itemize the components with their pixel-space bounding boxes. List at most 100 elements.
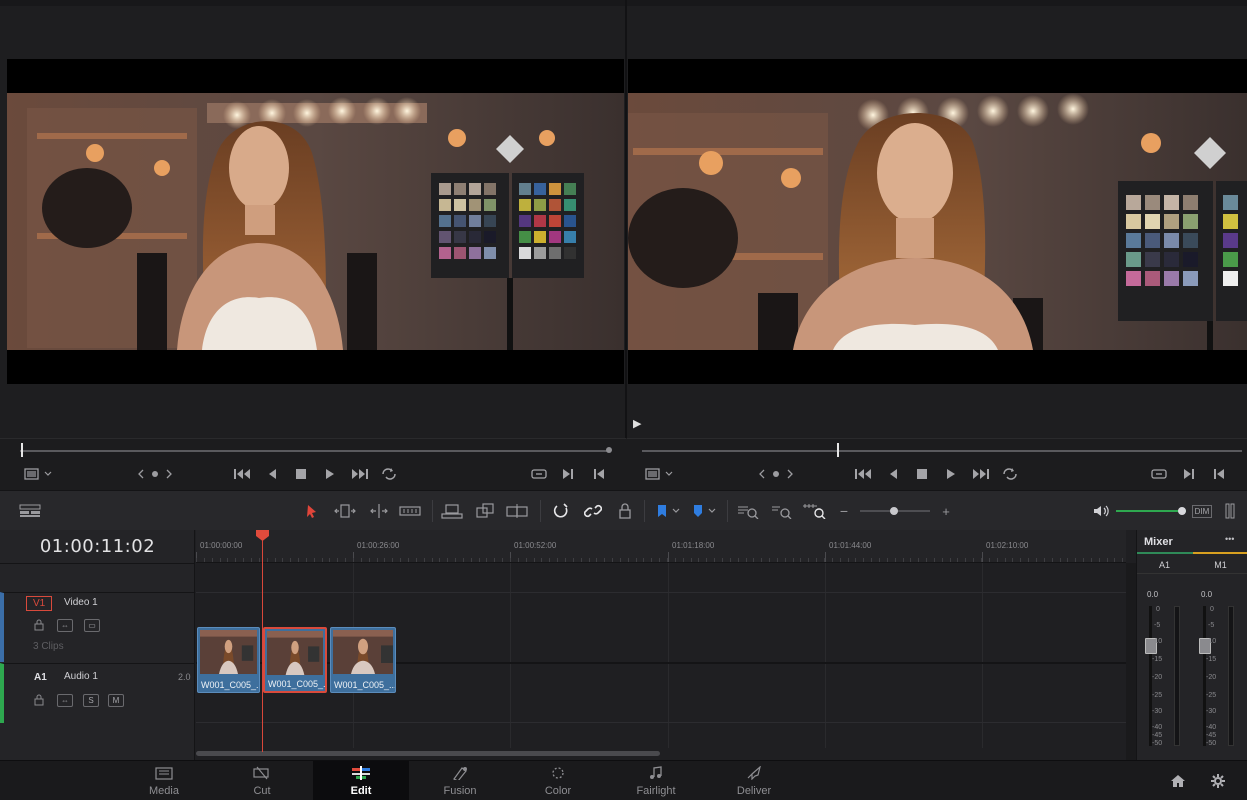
stop-icon[interactable] xyxy=(295,466,307,482)
audio-track-header[interactable]: A1 Audio 1 2.0 ⇔ S M xyxy=(0,663,195,723)
loop-icon[interactable] xyxy=(380,466,398,482)
timeline-stop-icon[interactable] xyxy=(916,466,928,482)
timeline[interactable]: 01:00:11:02 V1 Video 1 ⇔ ▭ 3 Clips A1 Au… xyxy=(0,530,1136,760)
ruler-minor-tick xyxy=(298,558,300,562)
video-track-clip-count: 3 Clips xyxy=(33,641,64,652)
timeline-vertical-scroll-area[interactable] xyxy=(1126,563,1136,760)
solo-button[interactable]: S xyxy=(83,694,99,707)
audio-track-name[interactable]: Audio 1 xyxy=(64,671,98,682)
page-deliver[interactable]: Deliver xyxy=(706,761,802,800)
meter-toggle-icon[interactable] xyxy=(1224,502,1236,520)
trim-edit-mode-icon[interactable] xyxy=(333,502,357,520)
timeline-go-to-end-icon[interactable] xyxy=(972,466,990,482)
snapping-icon[interactable] xyxy=(551,502,571,520)
audio-track-badge[interactable]: A1 xyxy=(34,672,47,683)
ruler-minor-tick xyxy=(517,558,519,562)
viewer-options-dropdown[interactable] xyxy=(24,466,54,482)
fusion-icon xyxy=(412,766,508,782)
playhead-line[interactable] xyxy=(262,540,263,752)
timeline-jog-control[interactable] xyxy=(758,466,794,482)
timeline-viewer-options-dropdown[interactable] xyxy=(645,466,675,482)
mark-in-out-icon[interactable] xyxy=(561,466,575,482)
timeline-ruler[interactable]: 01:00:00:00 01:00:26:00 01:00:52:00 01:0… xyxy=(196,530,1126,563)
source-scrubber[interactable] xyxy=(20,450,610,452)
page-color[interactable]: Color xyxy=(510,761,606,800)
ruler-minor-tick xyxy=(863,558,865,562)
timeline-go-to-start-icon[interactable] xyxy=(854,466,872,482)
video-track-badge[interactable]: V1 xyxy=(26,596,53,611)
viewer-divider[interactable] xyxy=(625,0,627,438)
mark-out-icon[interactable] xyxy=(592,466,606,482)
page-cut[interactable]: Cut xyxy=(214,761,310,800)
auto-select-track-icon[interactable]: ⇔ xyxy=(57,619,73,632)
timeline-clip[interactable]: W001_C005_... xyxy=(330,627,396,693)
auto-select-audio-track-icon[interactable]: ⇔ xyxy=(57,694,73,707)
page-media[interactable]: Media xyxy=(116,761,212,800)
zoom-slider[interactable] xyxy=(860,502,930,520)
overwrite-clip-icon[interactable] xyxy=(474,502,496,520)
ruler-minor-tick xyxy=(1075,558,1077,562)
lock-audio-track-icon[interactable] xyxy=(33,694,45,709)
play-reverse-icon[interactable] xyxy=(266,466,278,482)
timeline-timecode[interactable]: 01:00:11:02 xyxy=(0,536,195,557)
ruler-minor-tick xyxy=(1122,558,1124,562)
timeline-play-reverse-icon[interactable] xyxy=(887,466,899,482)
page-edit[interactable]: Edit xyxy=(313,761,409,800)
video-track-header[interactable]: V1 Video 1 ⇔ ▭ 3 Clips xyxy=(0,592,195,662)
home-icon[interactable] xyxy=(1170,774,1186,791)
monitor-volume-slider[interactable] xyxy=(1116,502,1186,520)
mute-button[interactable]: M xyxy=(108,694,124,707)
dynamic-trim-mode-icon[interactable] xyxy=(367,502,391,520)
go-to-start-icon[interactable] xyxy=(233,466,251,482)
timeline-view-options-icon[interactable] xyxy=(19,502,41,520)
dim-button[interactable]: DIM xyxy=(1191,502,1213,520)
page-fusion[interactable]: Fusion xyxy=(412,761,508,800)
flag-dropdown[interactable] xyxy=(654,502,684,520)
full-extent-zoom-icon[interactable] xyxy=(736,502,760,520)
selection-mode-icon[interactable] xyxy=(304,502,320,520)
position-lock-icon[interactable] xyxy=(616,502,634,520)
timeline-scrub-handle[interactable] xyxy=(837,443,839,457)
ruler-minor-tick xyxy=(871,558,873,562)
source-scrub-handle[interactable] xyxy=(21,443,23,457)
video-track-name[interactable]: Video 1 xyxy=(64,597,98,608)
match-frame-icon[interactable] xyxy=(530,466,548,482)
insert-clip-icon[interactable] xyxy=(440,502,464,520)
lock-track-icon[interactable] xyxy=(33,619,45,634)
source-viewer[interactable] xyxy=(7,59,624,384)
page-fairlight[interactable]: Fairlight xyxy=(608,761,704,800)
timeline-scrubber[interactable] xyxy=(642,450,1242,452)
custom-zoom-icon[interactable] xyxy=(802,502,828,520)
ruler-minor-tick xyxy=(635,558,637,562)
timeline-clip[interactable]: W001_C005_... xyxy=(197,627,260,693)
play-icon[interactable] xyxy=(324,466,336,482)
jog-control[interactable] xyxy=(137,466,173,482)
ruler-minor-tick xyxy=(329,558,331,562)
timeline-horizontal-scrollbar[interactable] xyxy=(196,751,660,756)
timeline-clip-selected[interactable]: W001_C005_... xyxy=(263,627,327,693)
meter-scale-label: -25 xyxy=(1152,692,1163,699)
marker-dropdown[interactable] xyxy=(690,502,720,520)
timeline-play-icon[interactable] xyxy=(945,466,957,482)
zoom-out-icon[interactable]: − xyxy=(838,502,850,520)
zoom-in-icon[interactable]: + xyxy=(940,502,952,520)
track-area[interactable]: W001_C005_... W001_C005_... W001_C005_..… xyxy=(196,563,1126,760)
ruler-label: 01:02:10:00 xyxy=(986,541,1029,550)
timeline-match-frame-icon[interactable] xyxy=(1150,466,1168,482)
disable-video-track-icon[interactable]: ▭ xyxy=(84,619,100,632)
page-label: Edit xyxy=(350,785,372,797)
timeline-next-edit-icon[interactable] xyxy=(1182,466,1196,482)
detail-zoom-icon[interactable] xyxy=(770,502,794,520)
volume-icon[interactable] xyxy=(1091,502,1111,520)
timeline-viewer[interactable] xyxy=(628,59,1247,384)
settings-gear-icon[interactable] xyxy=(1210,773,1226,792)
blade-edit-mode-icon[interactable] xyxy=(399,502,421,520)
ruler-minor-tick xyxy=(305,558,307,562)
linked-selection-icon[interactable] xyxy=(583,502,603,520)
timeline-prev-edit-icon[interactable] xyxy=(1212,466,1226,482)
timeline-loop-icon[interactable] xyxy=(1001,466,1019,482)
go-to-end-icon[interactable] xyxy=(351,466,369,482)
meter-scale-label: -30 xyxy=(1152,708,1163,715)
replace-clip-icon[interactable] xyxy=(505,502,529,520)
mixer-more-options-icon[interactable]: ••• xyxy=(1225,534,1234,544)
